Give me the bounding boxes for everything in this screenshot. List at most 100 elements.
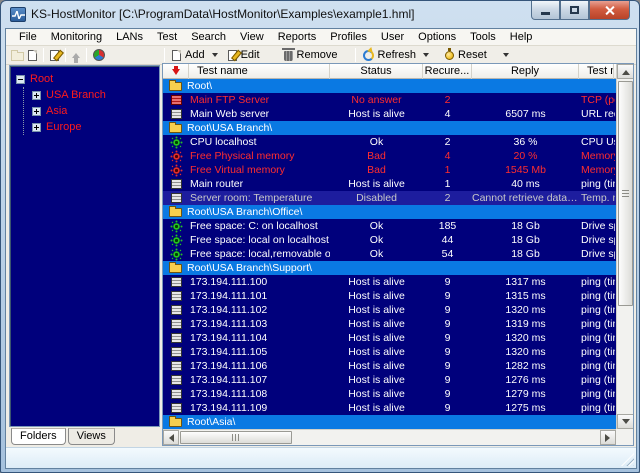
reset-dropdown-icon[interactable] (503, 53, 509, 60)
scroll-down-button[interactable] (617, 414, 634, 429)
menu-item-test[interactable]: Test (150, 30, 184, 44)
menu-item-search[interactable]: Search (184, 30, 233, 44)
test-status-cell: Ok (330, 233, 423, 247)
folder-row[interactable]: Root\USA Branch\Support\ (163, 261, 616, 275)
minimize-button[interactable] (531, 1, 560, 20)
folder-row[interactable]: Root\USA Branch\ (163, 121, 616, 135)
vertical-scrollbar[interactable] (616, 64, 633, 429)
tree-item-root[interactable]: Root (10, 71, 159, 87)
refresh-button[interactable]: Refresh (358, 48, 435, 62)
tree-item-asia[interactable]: Asia (24, 103, 159, 119)
maximize-button[interactable] (560, 1, 589, 20)
test-row[interactable]: Free space: local,removable on loc...Ok5… (163, 247, 616, 261)
test-name-cell: Main Web server (189, 107, 330, 121)
remove-button[interactable]: Remove (279, 48, 343, 62)
menu-item-help[interactable]: Help (503, 30, 540, 44)
folder-row[interactable]: Root\ (163, 79, 616, 93)
collapse-icon[interactable] (16, 75, 25, 84)
test-method-cell: ping (tim (579, 317, 615, 331)
new-folder-icon[interactable] (11, 52, 24, 61)
test-row[interactable]: 173.194.111.103Host is alive91319 msping… (163, 317, 616, 331)
test-status-cell: Ok (330, 247, 423, 261)
move-up-icon[interactable] (72, 49, 80, 58)
tree-children: USA Branch Asia Europe (23, 87, 159, 135)
test-row[interactable]: Free Physical memoryBad420 %Memory (163, 149, 616, 163)
column-header-reply[interactable]: Reply (472, 64, 579, 79)
test-reply-cell: 1275 ms (472, 401, 579, 415)
new-test-icon[interactable] (28, 50, 37, 61)
tree-item-usa-branch[interactable]: USA Branch (24, 87, 159, 103)
add-button[interactable]: Add (167, 48, 223, 62)
test-recurrences-cell: 9 (423, 275, 472, 289)
scroll-left-button[interactable] (163, 430, 179, 445)
add-dropdown-icon[interactable] (212, 53, 218, 60)
status-bar (6, 447, 636, 468)
reset-button[interactable]: Reset (440, 48, 514, 62)
close-button[interactable] (589, 1, 630, 20)
color-palette-icon[interactable] (93, 49, 105, 61)
menu-item-monitoring[interactable]: Monitoring (44, 30, 109, 44)
menu-item-view[interactable]: View (233, 30, 271, 44)
column-header-test-me[interactable]: Test me (579, 64, 614, 79)
window-title: KS-HostMonitor [C:\ProgramData\HostMonit… (31, 7, 414, 21)
title-bar[interactable]: KS-HostMonitor [C:\ProgramData\HostMonit… (1, 1, 639, 28)
menu-item-user[interactable]: User (374, 30, 411, 44)
expand-icon[interactable] (32, 91, 41, 100)
test-row[interactable]: 173.194.111.100Host is alive91317 msping… (163, 275, 616, 289)
test-row[interactable]: Server room: TemperatureDisabled2Cannot … (163, 191, 616, 205)
resize-grip[interactable] (621, 453, 634, 466)
edit-notes-icon[interactable] (50, 50, 59, 61)
test-row[interactable]: Free space: C: on localhostOk18518 GbDri… (163, 219, 616, 233)
test-status-cell: Host is alive (330, 289, 423, 303)
test-row[interactable]: 173.194.111.107Host is alive91276 msping… (163, 373, 616, 387)
app-logo-icon (10, 7, 26, 22)
test-row[interactable]: Main routerHost is alive140 msping (tim (163, 177, 616, 191)
tab-folders[interactable]: Folders (11, 428, 66, 445)
horizontal-scroll-thumb[interactable] (180, 431, 292, 444)
column-header-priority[interactable] (163, 64, 189, 79)
scroll-up-button[interactable] (617, 64, 634, 79)
edit-button[interactable]: Edit (223, 48, 265, 62)
gear-green-icon (173, 251, 180, 258)
menu-item-tools[interactable]: Tools (463, 30, 503, 44)
horizontal-scrollbar[interactable] (163, 429, 616, 445)
test-row[interactable]: 173.194.111.106Host is alive91282 msping… (163, 359, 616, 373)
server-icon (171, 361, 182, 371)
test-row[interactable]: 173.194.111.109Host is alive91275 msping… (163, 401, 616, 415)
caption-buttons (531, 1, 630, 20)
vertical-scroll-thumb[interactable] (618, 81, 633, 306)
test-row[interactable]: 173.194.111.102Host is alive91320 msping… (163, 303, 616, 317)
test-name-cell: 173.194.111.109 (189, 401, 330, 415)
test-row[interactable]: Main FTP ServerNo answer2TCP (po (163, 93, 616, 107)
test-row[interactable]: 173.194.111.108Host is alive91279 msping… (163, 387, 616, 401)
expand-icon[interactable] (32, 107, 41, 116)
test-row[interactable]: Free space: local on localhostOk4418 GbD… (163, 233, 616, 247)
tree-item-europe[interactable]: Europe (24, 119, 159, 135)
test-recurrences-cell: 9 (423, 331, 472, 345)
test-row[interactable]: 173.194.111.104Host is alive91320 msping… (163, 331, 616, 345)
menu-item-reports[interactable]: Reports (271, 30, 324, 44)
test-row[interactable]: 173.194.111.105Host is alive91320 msping… (163, 345, 616, 359)
test-row[interactable]: 173.194.111.101Host is alive91315 msping… (163, 289, 616, 303)
menu-item-options[interactable]: Options (411, 30, 463, 44)
tab-views[interactable]: Views (68, 428, 115, 445)
tree-item-label: Europe (46, 121, 81, 133)
folder-row[interactable]: Root\USA Branch\Office\ (163, 205, 616, 219)
column-header-recure[interactable]: Recure... (423, 64, 472, 79)
test-method-cell: Drive sp (579, 219, 615, 233)
expand-icon[interactable] (32, 123, 41, 132)
test-row[interactable]: Main Web serverHost is alive46507 msURL … (163, 107, 616, 121)
column-header-status[interactable]: Status (330, 64, 423, 79)
folder-row[interactable]: Root\Asia\ (163, 415, 616, 429)
test-row[interactable]: Free Virtual memoryBad11545 MbMemory (163, 163, 616, 177)
menu-item-lans[interactable]: LANs (109, 30, 150, 44)
column-header-test-name[interactable]: Test name (189, 64, 330, 79)
tree-item-label: USA Branch (46, 89, 106, 101)
menu-item-file[interactable]: File (12, 30, 44, 44)
refresh-dropdown-icon[interactable] (423, 53, 429, 60)
scroll-right-button[interactable] (600, 430, 616, 445)
test-method-cell: Drive sp (579, 233, 615, 247)
test-row-icon-cell (163, 93, 189, 107)
menu-item-profiles[interactable]: Profiles (323, 30, 374, 44)
test-row[interactable]: CPU localhostOk236 %CPU Us (163, 135, 616, 149)
